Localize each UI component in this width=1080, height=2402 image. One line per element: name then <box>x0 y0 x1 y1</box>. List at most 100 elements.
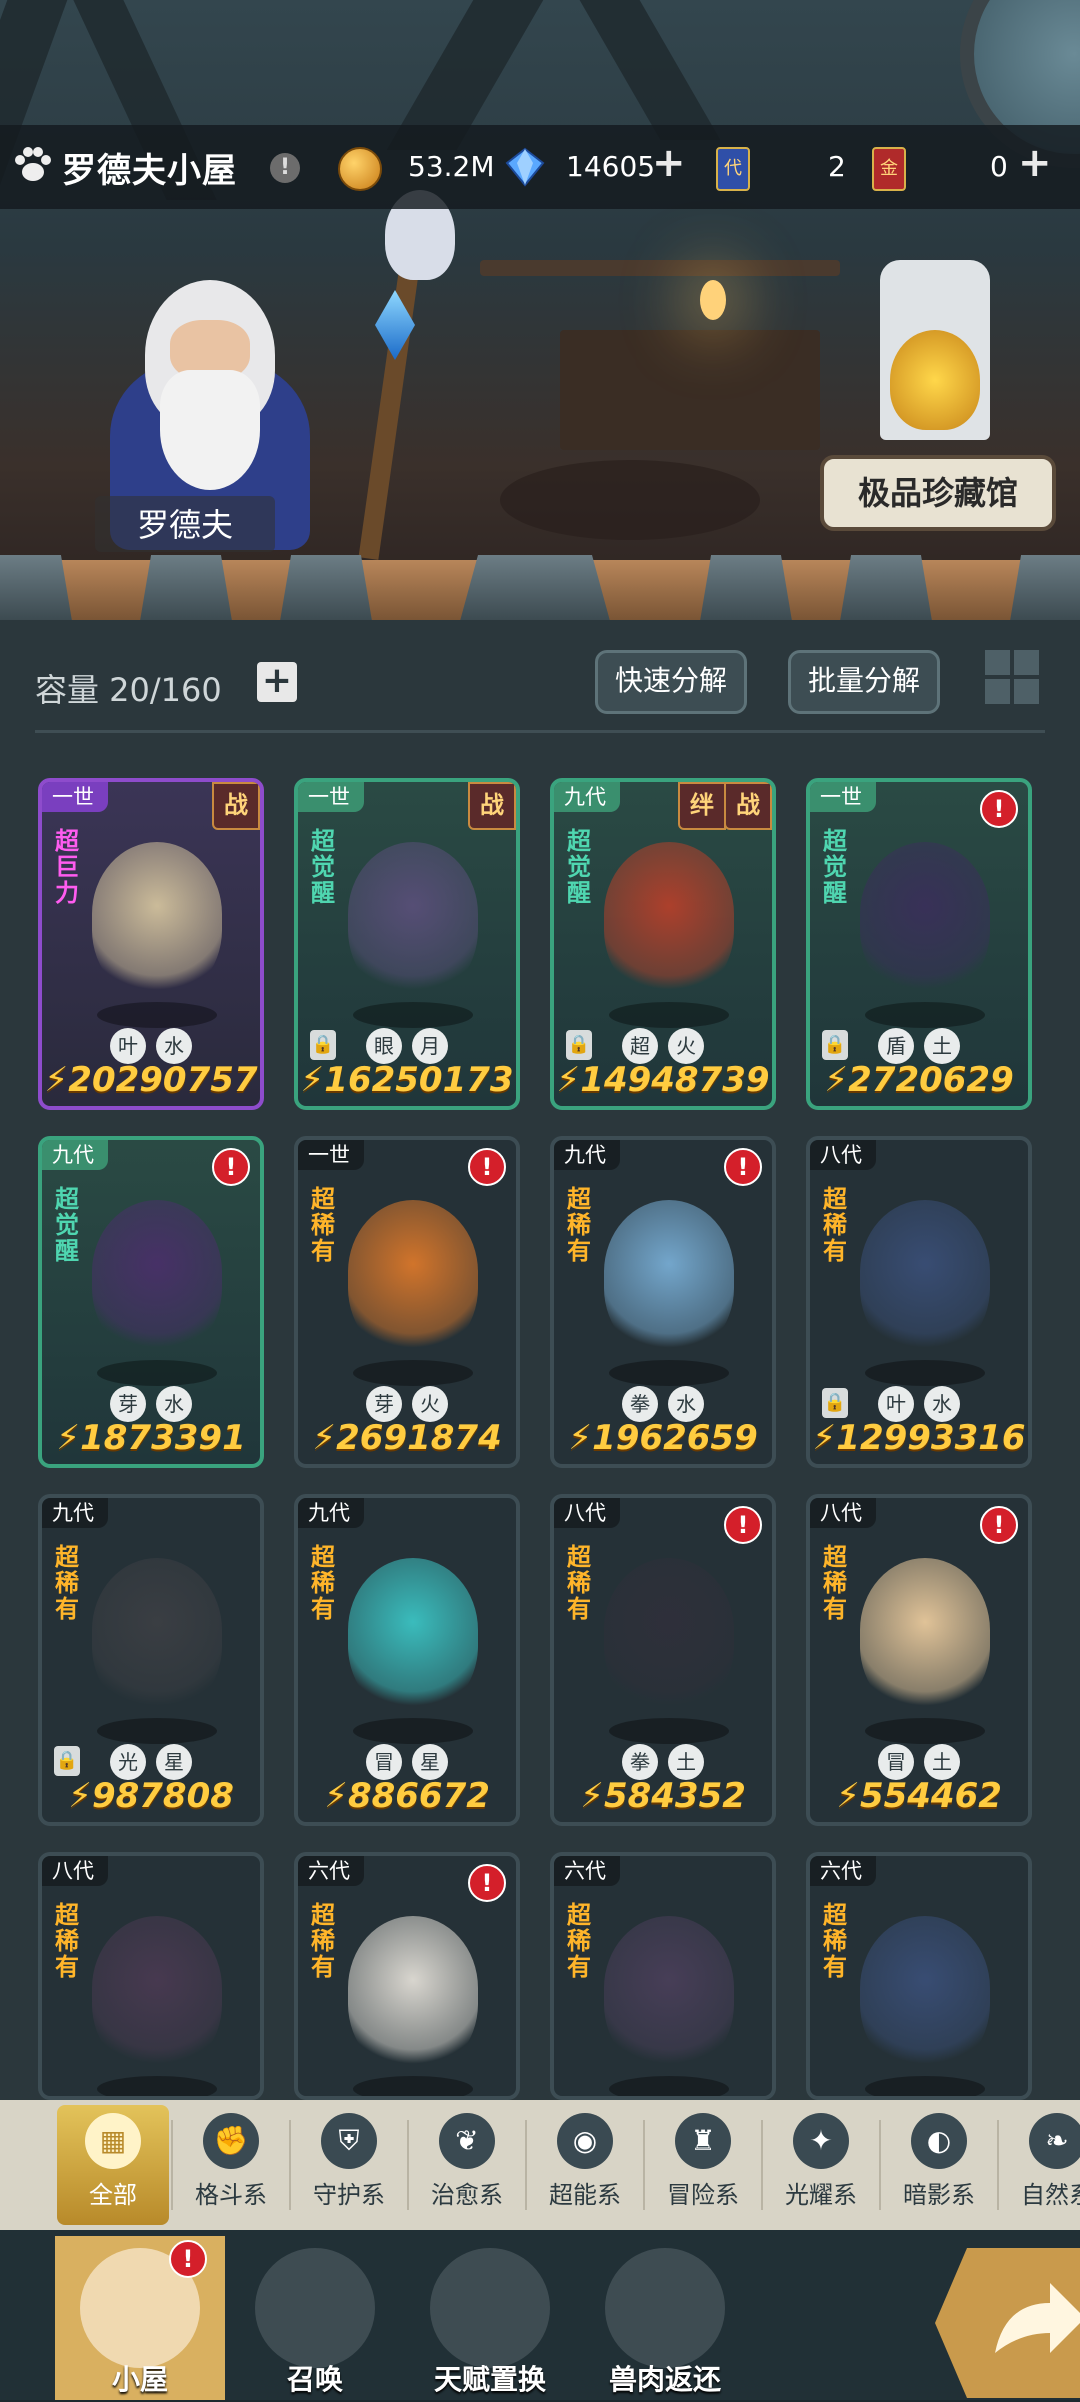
battle-tag: 战 <box>212 782 260 830</box>
rarity-label: 超稀有 <box>55 1901 79 1981</box>
batch-decompose-button[interactable]: 批量分解 <box>788 650 940 714</box>
nav-meat[interactable]: 兽肉返还 <box>580 2236 750 2400</box>
pet-card[interactable]: 八代 超稀有! 冒土 ⚡554462 <box>806 1494 1032 1826</box>
gold-amount: 53.2M <box>408 150 495 183</box>
pet-card[interactable]: 八代 超稀有 <box>38 1852 264 2100</box>
category-separator <box>525 2120 527 2210</box>
element-icon: 芽 <box>110 1386 146 1422</box>
sparkle-icon: ✦ <box>793 2113 849 2169</box>
gold-coin-icon <box>338 147 382 191</box>
lock-icon[interactable]: 🔒 <box>822 1388 848 1418</box>
category-eclipse[interactable]: ◐ 暗影系 <box>883 2105 995 2225</box>
fence-post <box>460 555 610 621</box>
pet-card[interactable]: 九代 超稀有 🔒 光星 ⚡987808 <box>38 1494 264 1826</box>
pet-portrait <box>860 1200 990 1360</box>
fist-icon: ✊ <box>203 2113 259 2169</box>
category-label: 暗影系 <box>903 2181 975 2209</box>
power-value: ⚡886672 <box>324 1776 490 1816</box>
nav-swap-arrows[interactable]: 天赋置换 <box>405 2236 575 2400</box>
rarity-label: 超稀有 <box>823 1901 847 1981</box>
add-diamond-button[interactable]: + <box>652 140 686 186</box>
egg-icon <box>255 2248 375 2368</box>
nav-house[interactable]: 小屋! <box>55 2236 225 2400</box>
category-separator <box>997 2120 999 2210</box>
ticket-a-icon: 代 <box>716 147 750 191</box>
info-icon[interactable]: ! <box>270 153 300 183</box>
nav-label: 召唤 <box>286 2363 343 2396</box>
pet-card[interactable]: 九代 超稀有! 拳水 ⚡1962659 <box>550 1136 776 1468</box>
alert-icon: ! <box>468 1864 506 1902</box>
pet-portrait <box>92 1200 222 1360</box>
pet-card[interactable]: 一世 超稀有! 芽火 ⚡2691874 <box>294 1136 520 1468</box>
pet-shadow <box>97 1002 217 1028</box>
lock-icon[interactable]: 🔒 <box>310 1030 336 1060</box>
category-leaf[interactable]: ❧ 自然系 <box>1001 2105 1080 2225</box>
lock-icon[interactable]: 🔒 <box>54 1746 80 1776</box>
pet-card[interactable]: 六代 超稀有 <box>806 1852 1032 2100</box>
expand-capacity-button[interactable]: + <box>257 662 297 702</box>
fence-post <box>280 555 372 621</box>
nav-label: 兽肉返还 <box>608 2363 721 2396</box>
category-separator <box>643 2120 645 2210</box>
pet-card[interactable]: 八代 超稀有! 拳土 ⚡584352 <box>550 1494 776 1826</box>
quick-decompose-button[interactable]: 快速分解 <box>595 650 747 714</box>
pet-portrait <box>92 1916 222 2076</box>
paw-icon <box>10 142 56 188</box>
rarity-label: 超稀有 <box>567 1543 591 1623</box>
power-value: ⚡16250173 <box>300 1060 514 1100</box>
category-label: 全部 <box>89 2181 137 2209</box>
alert-icon: ! <box>212 1148 250 1186</box>
generation-badge: 一世 <box>42 782 108 812</box>
category-alien[interactable]: ◉ 超能系 <box>529 2105 641 2225</box>
category-label: 治愈系 <box>431 2181 503 2209</box>
category-separator <box>407 2120 409 2210</box>
lock-icon[interactable]: 🔒 <box>566 1030 592 1060</box>
category-sprout[interactable]: ❦ 治愈系 <box>411 2105 523 2225</box>
shield-icon: ⛨ <box>321 2113 377 2169</box>
category-label: 格斗系 <box>195 2181 267 2209</box>
element-icon: 火 <box>412 1386 448 1422</box>
leaf-icon: ❧ <box>1029 2113 1080 2169</box>
hero-name: 罗德夫 <box>136 506 233 544</box>
element-icon: 土 <box>668 1744 704 1780</box>
generation-badge: 一世 <box>810 782 876 812</box>
category-flame-helm[interactable]: ♜ 冒险系 <box>647 2105 759 2225</box>
element-icon: 芽 <box>366 1386 402 1422</box>
category-fist[interactable]: ✊ 格斗系 <box>175 2105 287 2225</box>
category-label: 超能系 <box>549 2181 621 2209</box>
divider <box>35 730 1045 733</box>
category-separator <box>289 2120 291 2210</box>
rarity-label: 超稀有 <box>311 1543 335 1623</box>
lock-icon[interactable]: 🔒 <box>822 1030 848 1060</box>
diamond-amount: 14605 <box>566 150 656 183</box>
generation-badge: 八代 <box>810 1498 876 1528</box>
element-icon: 水 <box>668 1386 704 1422</box>
rarity-label: 超巨力 <box>55 827 79 907</box>
nav-egg[interactable]: 召唤 <box>230 2236 400 2400</box>
add-ticket-button[interactable]: + <box>1018 140 1052 186</box>
pet-card[interactable]: 八代 超稀有 🔒 叶水 ⚡12993316 <box>806 1136 1032 1468</box>
trophy-throne[interactable] <box>860 260 1010 460</box>
fence-post <box>1010 555 1080 621</box>
category-all-grid[interactable]: ▦ 全部 <box>57 2105 169 2225</box>
premium-vault-button[interactable]: 极品珍藏馆 <box>820 455 1056 531</box>
pet-card[interactable]: 一世 超觉醒 战 🔒 眼月 ⚡16250173 <box>294 778 520 1110</box>
pet-shadow <box>865 1360 985 1386</box>
eclipse-icon: ◐ <box>911 2113 967 2169</box>
pet-card[interactable]: 一世 超巨力 战叶水 ⚡20290757 <box>38 778 264 1110</box>
pet-card[interactable]: 一世 超觉醒! 🔒 盾土 ⚡2720629 <box>806 778 1032 1110</box>
pet-card[interactable]: 九代 超稀有冒星 ⚡886672 <box>294 1494 520 1826</box>
category-sparkle[interactable]: ✦ 光耀系 <box>765 2105 877 2225</box>
battle-tag: 战 <box>468 782 516 830</box>
category-label: 自然系 <box>1021 2181 1080 2209</box>
pet-card[interactable]: 六代 超稀有! <box>294 1852 520 2100</box>
category-shield[interactable]: ⛨ 守护系 <box>293 2105 405 2225</box>
alert-icon: ! <box>980 1506 1018 1544</box>
generation-badge: 九代 <box>554 782 620 812</box>
element-icon: 土 <box>924 1744 960 1780</box>
grid-view-icon[interactable] <box>985 650 1039 704</box>
pet-card[interactable]: 六代 超稀有 <box>550 1852 776 2100</box>
pet-card[interactable]: 九代 超觉醒! 芽水 ⚡1873391 <box>38 1136 264 1468</box>
pet-card[interactable]: 九代 超觉醒 战绊 🔒 超火 ⚡14948739 <box>550 778 776 1110</box>
rarity-label: 超稀有 <box>823 1185 847 1265</box>
